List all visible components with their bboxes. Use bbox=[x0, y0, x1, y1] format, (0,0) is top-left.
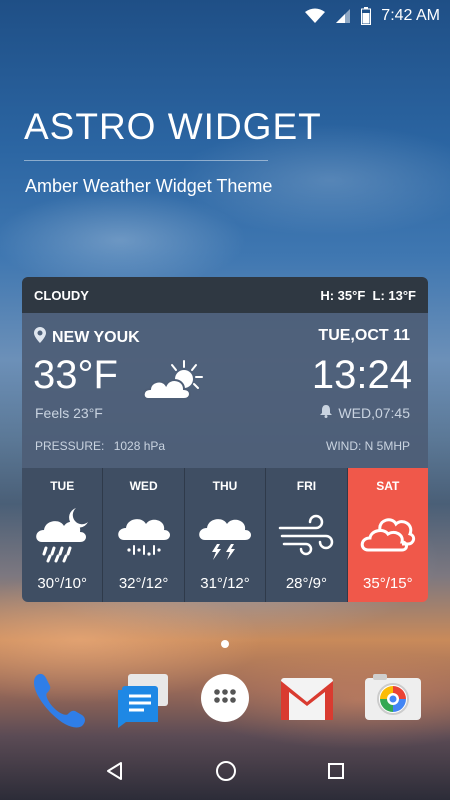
hero-divider bbox=[24, 160, 268, 161]
high-low: H: 35°F L: 13°F bbox=[320, 288, 416, 303]
pressure-value: 1028 hPa bbox=[113, 439, 166, 453]
clock-time[interactable]: 13:24 bbox=[312, 353, 412, 398]
gmail-icon[interactable] bbox=[277, 668, 337, 728]
current-date: TUE,OCT 11 bbox=[318, 327, 410, 344]
hero-subtitle: Amber Weather Widget Theme bbox=[25, 176, 273, 196]
forecast-range: 32°/12° bbox=[118, 575, 169, 592]
navigation-bar bbox=[0, 746, 450, 800]
forecast-range: 35°/15° bbox=[363, 575, 413, 592]
forecast-day[interactable]: FRI 28°/9° bbox=[266, 468, 348, 602]
forecast-range: 28°/9° bbox=[285, 575, 328, 592]
forecast-day-selected[interactable]: SAT 35°/15° bbox=[347, 468, 428, 602]
alarm-bell-icon bbox=[320, 405, 333, 421]
forecast-day[interactable]: WED 32°/12° bbox=[103, 468, 185, 602]
wind-icon bbox=[276, 503, 336, 565]
cloudy-icon bbox=[358, 503, 418, 565]
forecast-row: TUE 30°/10° WED 32°/12° THU 31°/12° FRI … bbox=[22, 468, 428, 602]
alarm-time: WED,07:45 bbox=[338, 405, 410, 421]
forecast-day-name: SAT bbox=[376, 479, 400, 493]
low-temp: L: 13°F bbox=[372, 287, 416, 303]
partly-cloudy-icon bbox=[140, 357, 220, 410]
battery-icon bbox=[361, 7, 372, 25]
forecast-day-name: WED bbox=[129, 479, 158, 493]
pressure-label: PRESSURE: bbox=[35, 439, 105, 453]
location[interactable]: NEW YOUK bbox=[34, 327, 140, 348]
cell-signal-icon bbox=[335, 8, 351, 24]
snow-cloud-icon bbox=[114, 503, 174, 565]
location-pin-icon bbox=[34, 327, 46, 348]
hero-title: ASTRO WIDGET bbox=[24, 106, 322, 147]
messages-icon[interactable] bbox=[114, 668, 174, 728]
night-rain-icon bbox=[32, 503, 92, 565]
dock bbox=[0, 668, 450, 728]
camera-icon[interactable] bbox=[363, 668, 423, 728]
recents-icon[interactable] bbox=[327, 762, 345, 785]
high-temp: H: 35°F bbox=[320, 287, 366, 303]
forecast-range: 30°/10° bbox=[37, 575, 87, 592]
forecast-day[interactable]: THU 31°/12° bbox=[184, 468, 267, 602]
location-name: NEW YOUK bbox=[52, 328, 140, 346]
forecast-day[interactable]: TUE 30°/10° bbox=[22, 468, 104, 602]
weather-widget[interactable]: CLOUDY H: 35°F L: 13°F NEW YOUK TUE,OCT … bbox=[22, 277, 428, 602]
forecast-range: 31°/12° bbox=[200, 575, 250, 592]
page-indicator bbox=[221, 640, 229, 648]
widget-current: NEW YOUK TUE,OCT 11 33°F 13:24 Feels 23°… bbox=[22, 313, 428, 468]
app-drawer-icon[interactable] bbox=[195, 668, 255, 728]
wifi-icon bbox=[305, 8, 326, 24]
phone-icon[interactable] bbox=[26, 668, 86, 728]
condition-label: CLOUDY bbox=[34, 287, 89, 303]
widget-header: CLOUDY H: 35°F L: 13°F bbox=[22, 277, 428, 313]
status-bar: 7:42 AM bbox=[0, 0, 450, 32]
thunderstorm-icon bbox=[195, 503, 255, 565]
wind: WIND: N 5MHP bbox=[326, 439, 410, 453]
home-icon[interactable] bbox=[215, 760, 237, 787]
feels-like: Feels 23°F bbox=[35, 405, 103, 421]
pressure: PRESSURE: 1028 hPa bbox=[35, 439, 165, 453]
current-temperature: 33°F bbox=[33, 353, 118, 397]
status-time: 7:42 AM bbox=[381, 7, 440, 24]
next-alarm[interactable]: WED,07:45 bbox=[320, 405, 410, 421]
forecast-day-name: TUE bbox=[50, 479, 75, 493]
forecast-day-name: FRI bbox=[296, 479, 317, 493]
forecast-day-name: THU bbox=[212, 479, 238, 493]
back-icon[interactable] bbox=[105, 761, 125, 786]
